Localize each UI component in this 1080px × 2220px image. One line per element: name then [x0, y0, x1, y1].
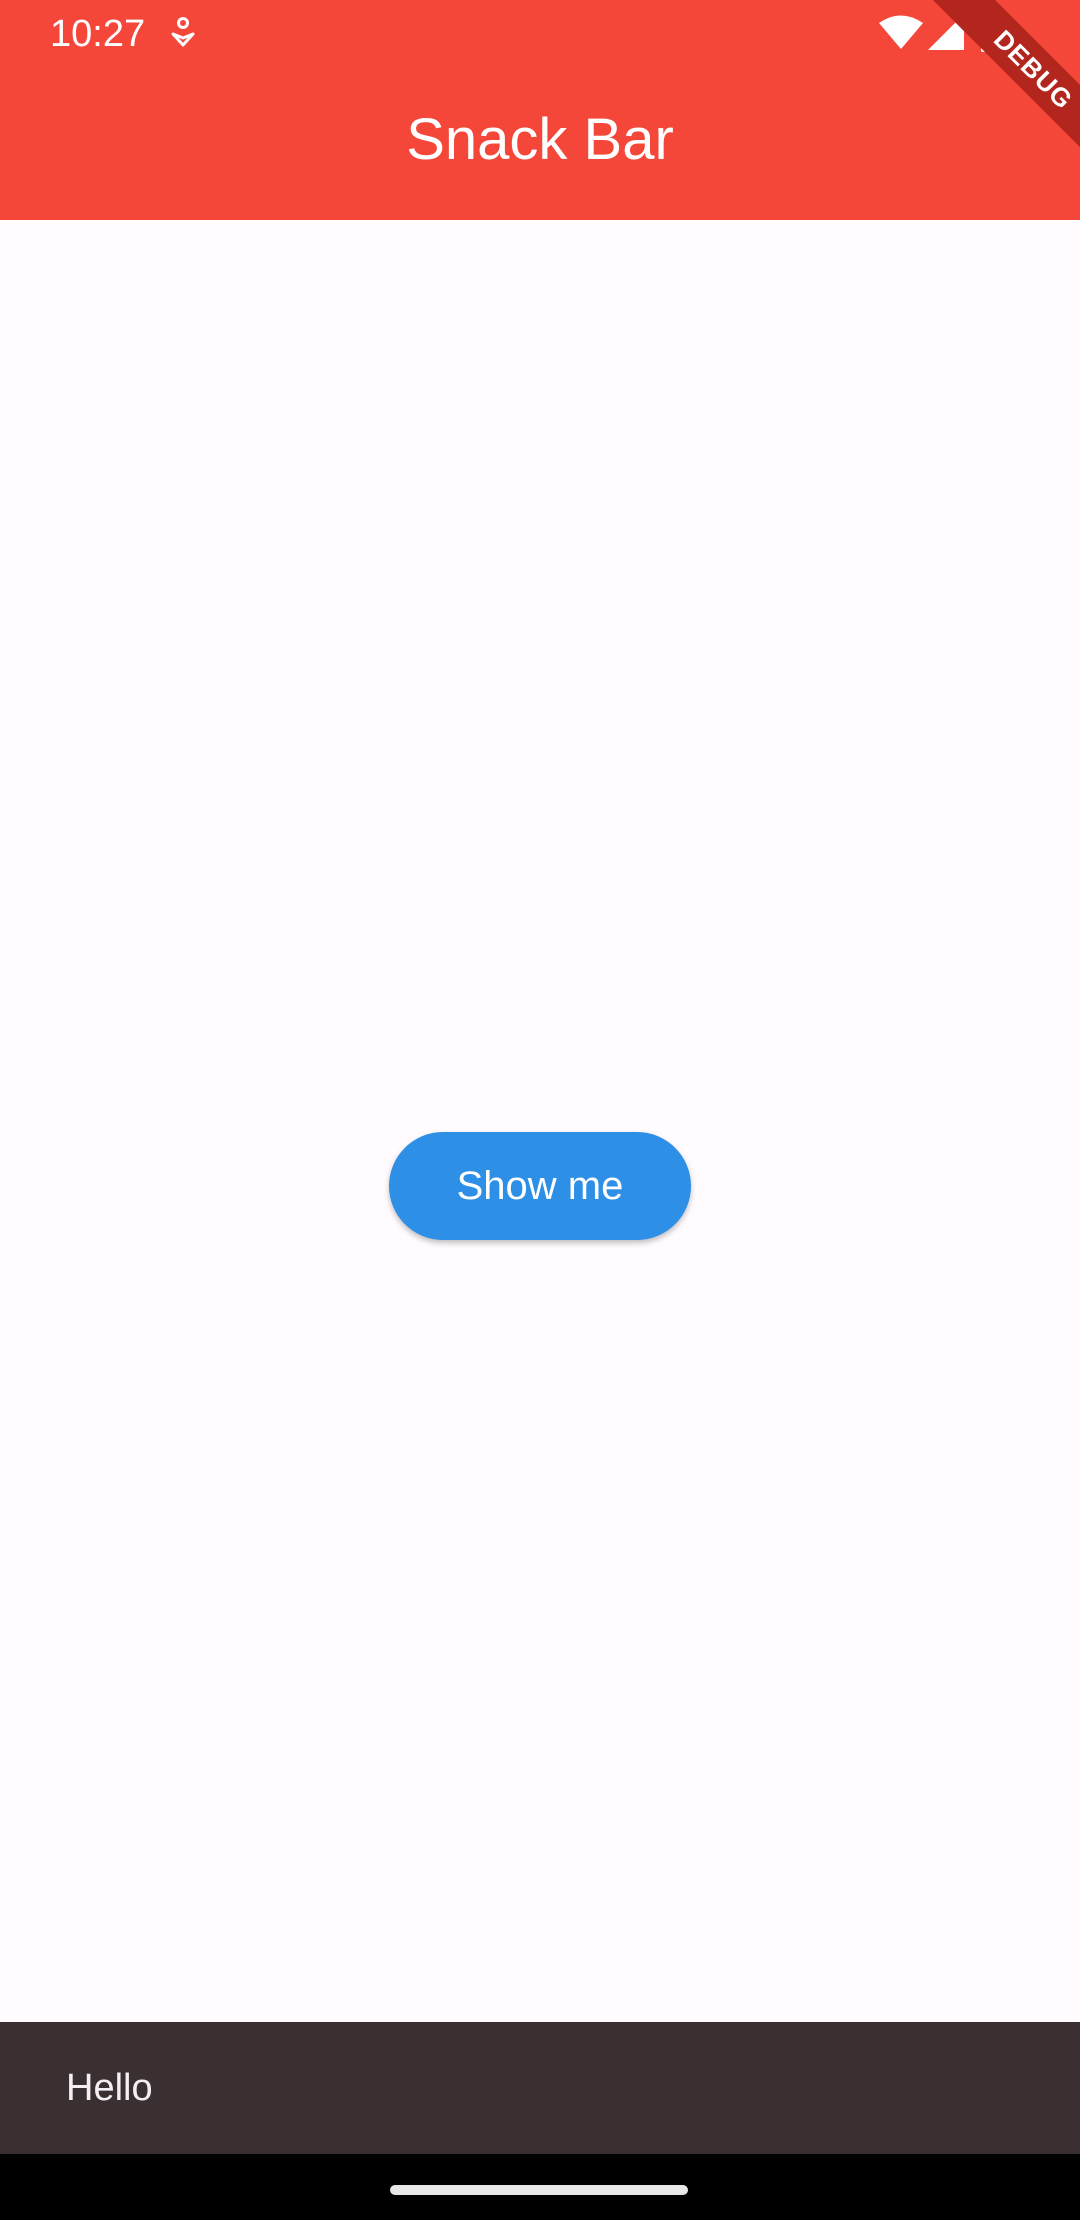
- page-title: Snack Bar: [406, 107, 674, 172]
- screen: 10:27 Snack Bar DEBUG Show me Hello: [0, 0, 1080, 2220]
- app-bar: 10:27 Snack Bar DEBUG: [0, 0, 1080, 220]
- snackbar-message: Hello: [66, 2067, 153, 2109]
- wifi-icon: [878, 14, 924, 50]
- navigation-bar: [0, 2154, 1080, 2220]
- status-time: 10:27: [50, 13, 146, 55]
- show-me-button[interactable]: Show me: [389, 1132, 691, 1240]
- status-bar: 10:27: [0, 0, 1080, 66]
- snackbar: Hello: [0, 2022, 1080, 2154]
- home-indicator[interactable]: [390, 2185, 688, 2195]
- notification-icon: [168, 16, 198, 50]
